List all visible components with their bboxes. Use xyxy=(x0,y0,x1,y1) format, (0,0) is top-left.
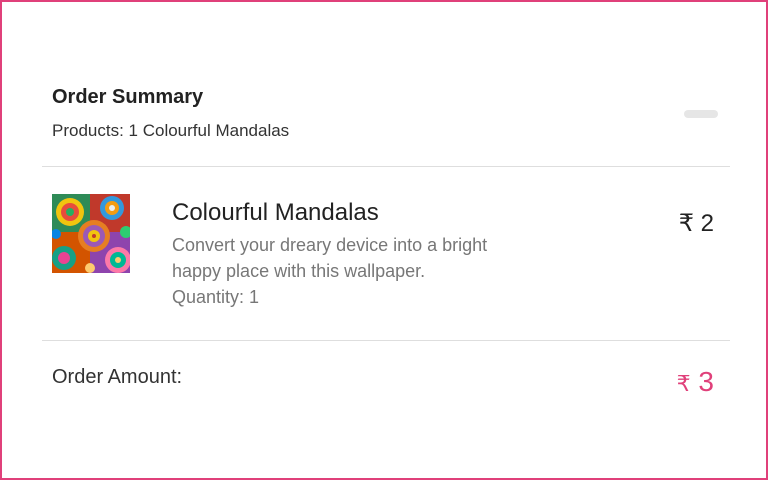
order-amount-value: 3 xyxy=(698,366,714,397)
order-summary-title: Order Summary xyxy=(52,86,204,108)
product-price-value: 2 xyxy=(700,210,714,237)
products-count-line: Products: 1 Colourful Mandalas xyxy=(52,121,290,140)
rupee-icon: ₹ xyxy=(676,371,691,396)
order-amount-label: Order Amount: xyxy=(52,366,183,388)
divider xyxy=(42,166,730,167)
divider xyxy=(42,340,730,341)
product-name: Colourful Mandalas xyxy=(172,199,379,226)
rupee-icon: ₹ xyxy=(678,210,694,237)
collapse-toggle-button[interactable] xyxy=(684,110,718,118)
order-amount: ₹ 3 xyxy=(677,366,714,400)
order-summary-header: Order Summary Products: 1 Colourful Mand… xyxy=(52,84,732,142)
product-description: Convert your dreary device into a bright… xyxy=(172,235,488,281)
order-summary-panel: Order Summary Products: 1 Colourful Mand… xyxy=(0,0,768,480)
product-info: Colourful Mandalas Convert your dreary d… xyxy=(172,198,492,310)
mandala-thumbnail-icon xyxy=(52,194,130,273)
product-quantity: Quantity: 1 xyxy=(172,287,260,307)
product-price: ₹ 2 xyxy=(679,210,714,238)
